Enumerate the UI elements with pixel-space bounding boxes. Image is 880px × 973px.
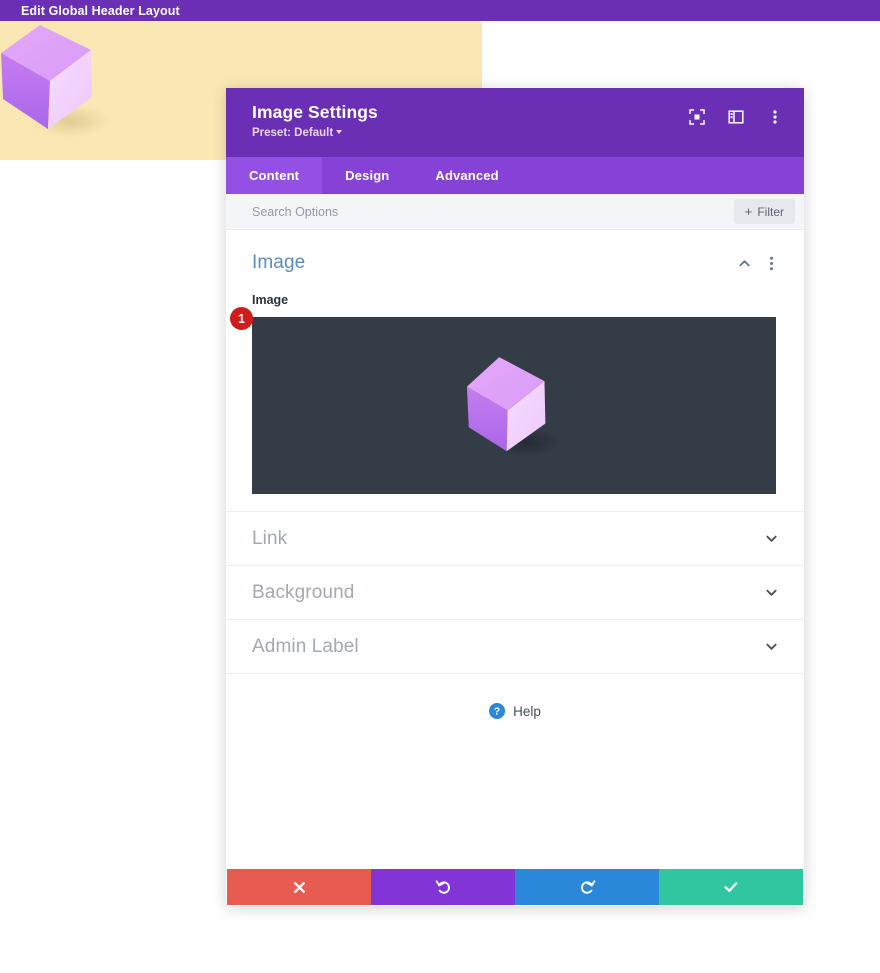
redo-icon [580, 879, 595, 894]
section-admin-label-title: Admin Label [252, 635, 359, 657]
admin-bar: Edit Global Header Layout [0, 0, 880, 21]
layout-view-icon[interactable] [725, 106, 747, 128]
image-settings-modal: Image Settings Preset: Default Content D… [226, 88, 804, 906]
section-image-title: Image [252, 252, 306, 273]
admin-bar-title[interactable]: Edit Global Header Layout [0, 4, 180, 18]
save-button[interactable] [659, 869, 803, 905]
section-link[interactable]: Link [226, 512, 804, 566]
focus-mode-icon[interactable] [686, 106, 708, 128]
undo-icon [435, 879, 450, 894]
preview-cube-image [466, 356, 562, 457]
chevron-down-icon [336, 130, 343, 134]
undo-button[interactable] [371, 869, 515, 905]
chevron-down-icon[interactable] [765, 640, 778, 653]
chevron-down-icon[interactable] [765, 586, 778, 599]
section-image-controls [738, 256, 778, 271]
section-background[interactable]: Background [226, 566, 804, 620]
chevron-down-icon[interactable] [765, 532, 778, 545]
help-row[interactable]: ? Help [226, 674, 804, 719]
more-options-icon[interactable] [764, 106, 786, 128]
section-more-options-icon[interactable] [765, 256, 778, 271]
check-icon [724, 882, 738, 892]
filter-button[interactable]: + Filter [733, 199, 795, 224]
modal-footer [227, 869, 803, 905]
tab-content[interactable]: Content [226, 157, 323, 194]
chevron-up-icon[interactable] [738, 257, 751, 270]
section-image: Image Image 1 [226, 230, 804, 512]
svg-text:?: ? [494, 706, 500, 718]
image-preview-wrap: 1 [230, 307, 778, 494]
tab-design[interactable]: Design [322, 157, 412, 194]
modal-tabs: Content Design Advanced [226, 157, 804, 194]
preset-label: Preset: Default [252, 127, 334, 139]
modal-header: Image Settings Preset: Default [226, 88, 804, 157]
search-row: + Filter [226, 194, 804, 230]
tab-advanced[interactable]: Advanced [412, 157, 521, 194]
section-admin-label[interactable]: Admin Label [226, 620, 804, 674]
plus-icon: + [744, 204, 753, 219]
close-button[interactable] [227, 869, 371, 905]
help-icon: ? [489, 703, 506, 719]
modal-body: Image Image 1 Link Background Admin Labe… [226, 230, 804, 869]
redo-button[interactable] [515, 869, 659, 905]
section-image-header[interactable]: Image [252, 252, 778, 274]
search-input[interactable] [252, 204, 632, 219]
hero-cube-image [1, 25, 110, 138]
image-field-label: Image [252, 293, 289, 307]
close-icon [293, 881, 305, 893]
section-link-title: Link [252, 527, 288, 549]
section-background-title: Background [252, 581, 355, 603]
modal-header-actions [686, 106, 786, 128]
step-badge-1: 1 [230, 307, 253, 330]
help-label: Help [513, 703, 541, 719]
filter-button-label: Filter [757, 204, 784, 219]
image-preview[interactable] [252, 317, 776, 494]
